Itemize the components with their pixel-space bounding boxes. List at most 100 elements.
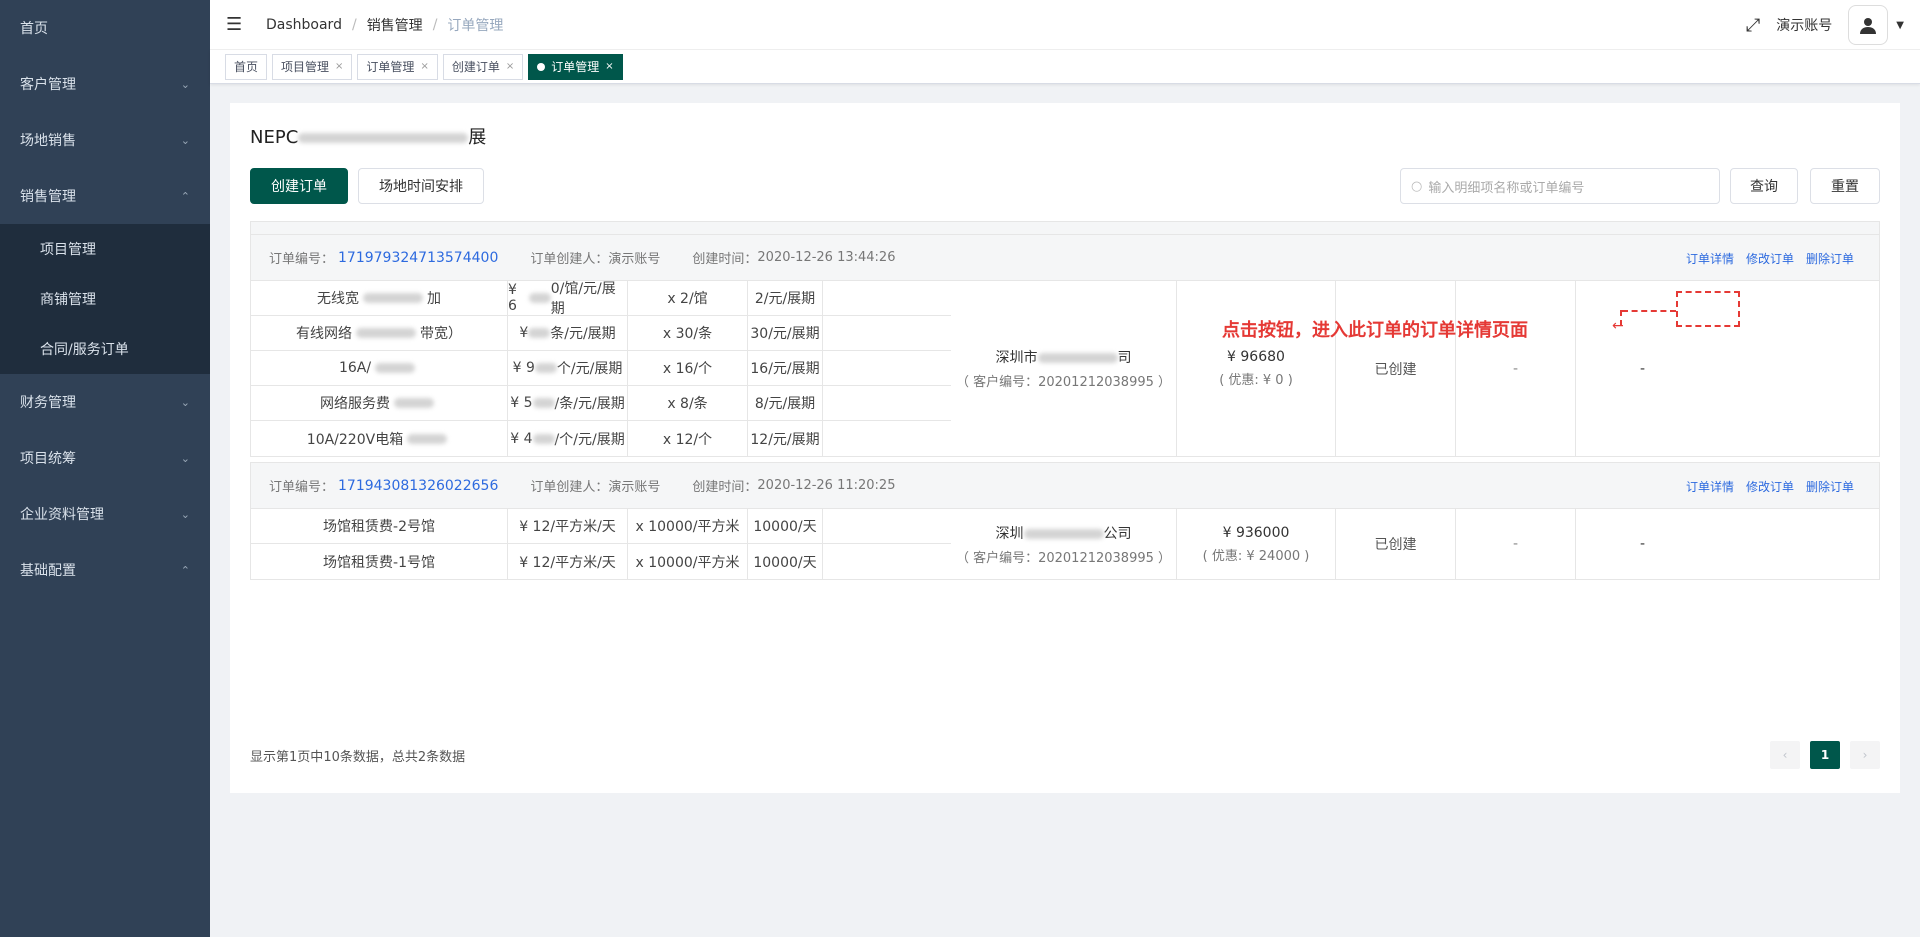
edit-order-link[interactable]: 修改订单 xyxy=(1746,250,1794,267)
search-placeholder: 输入明细项名称或订单编号 xyxy=(1428,180,1585,196)
item-price-text: ¥ 12/平方米/天 xyxy=(519,519,616,535)
item-unit: 10000/天 xyxy=(748,544,823,579)
tab-tag[interactable]: 首页 xyxy=(225,53,268,80)
order-detail-link[interactable]: 订单详情 xyxy=(1686,478,1734,495)
blurred-text xyxy=(1023,528,1104,539)
customer-name-text: 司 xyxy=(1117,350,1132,366)
schedule-button[interactable]: 场地时间安排 xyxy=(358,168,484,204)
create-order-button[interactable]: 创建订单 xyxy=(250,168,348,204)
sidebar-item-label: 财务管理 xyxy=(20,395,76,411)
time-label: 创建时间： xyxy=(692,480,758,495)
edit-order-link[interactable]: 修改订单 xyxy=(1746,478,1794,495)
sidebar-item-label: 基础配置 xyxy=(20,563,76,579)
sidebar-subitem[interactable]: 项目管理 xyxy=(0,224,210,274)
pagination: ‹ 1 › xyxy=(1760,741,1880,769)
order-sn[interactable]: 171943081326022656 xyxy=(338,478,498,494)
customer-name-text: 深圳市 xyxy=(995,350,1038,366)
customer-name-text: 深圳 xyxy=(995,525,1024,542)
sidebar: 首页 客户管理 ⌄ 场地销售 ⌄ 销售管理 ⌃ 项目管理 商铺管理 合同/服务订单 财务管理 ⌄ 项目统… xyxy=(0,0,210,937)
prev-page-button[interactable]: ‹ xyxy=(1770,741,1800,769)
order-body: 无线宽 加 ¥ 6 0/馆/元/展期 x 2/馆 2/元/展期 有线网络 带宽） ¥ 条/元/展… xyxy=(251,281,1879,456)
table-row: 场馆租赁费-2号馆 ¥ 12/平方米/天 x 10000/平方米 10000/天 xyxy=(251,509,951,544)
item-name: 场馆租赁费-2号馆 xyxy=(251,509,508,543)
item-unit: 10000/天 xyxy=(748,509,823,543)
blurred-text xyxy=(298,133,469,143)
sidebar-item-label: 企业资料管理 xyxy=(20,507,104,523)
order-detail-link[interactable]: 订单详情 xyxy=(1686,250,1734,267)
blurred-text xyxy=(534,363,557,373)
table-row: 有线网络 带宽） ¥ 条/元/展期 x 30/条 30/元/展期 xyxy=(251,316,951,351)
page-button[interactable]: 1 xyxy=(1810,741,1840,769)
tab-tag[interactable]: 项目管理 × xyxy=(272,53,353,80)
chevron-icon: ⌃ xyxy=(180,189,190,203)
search-input[interactable]: ○ 输入明细项名称或订单编号 xyxy=(1400,168,1720,204)
sidebar-item[interactable]: 财务管理 ⌄ xyxy=(0,374,210,430)
breadcrumb-separator: / xyxy=(432,16,438,33)
item-price-text: ¥ 4 xyxy=(510,430,533,447)
order-header: 订单编号： 171979324713574400 订单创建人： 演示账号 创建时间： 20… xyxy=(251,235,1879,281)
pagination-summary: 显示第1页中10条数据，总共2条数据 xyxy=(250,750,466,765)
order-sn[interactable]: 171979324713574400 xyxy=(338,250,498,266)
tab-tag[interactable]: 创建订单 × xyxy=(442,53,524,80)
main-area: ☰ Dashboard / 销售管理 / 订单管理 ⤢ 演示账号 ▼ 首页 项目管… xyxy=(210,0,1920,937)
delete-order-link[interactable]: 删除订单 xyxy=(1806,250,1854,267)
chevron-icon: ⌄ xyxy=(180,133,190,147)
next-page-button[interactable]: › xyxy=(1850,741,1880,769)
order-sn-label: 订单编号： xyxy=(269,480,335,495)
breadcrumb-sales[interactable]: 销售管理 xyxy=(367,15,423,35)
item-name: 10A/220V电箱 xyxy=(251,421,508,456)
blurred-text xyxy=(375,363,416,373)
tab-tag[interactable]: 订单管理 × xyxy=(357,53,438,80)
creator-value: 演示账号 xyxy=(608,252,661,267)
query-button[interactable]: 查询 xyxy=(1730,168,1798,204)
close-icon[interactable]: × xyxy=(506,61,514,72)
caret-down-icon[interactable]: ▼ xyxy=(1896,20,1904,31)
blurred-text xyxy=(532,433,555,444)
item-unit: 2/元/展期 xyxy=(748,281,823,315)
annotation-line xyxy=(1622,310,1676,312)
active-dot-icon xyxy=(537,62,546,71)
discount-value: ( 优惠: ¥ 24000 ) xyxy=(1202,548,1310,564)
close-icon[interactable]: × xyxy=(605,61,613,72)
close-icon[interactable]: × xyxy=(335,61,343,72)
chevron-icon: ⌄ xyxy=(180,507,190,521)
reset-button[interactable]: 重置 xyxy=(1810,168,1880,204)
order-actions: 订单详情 修改订单 删除订单 xyxy=(1674,463,1854,509)
sidebar-item[interactable]: 企业资料管理 ⌄ xyxy=(0,486,210,542)
item-price-text: ¥ 6 xyxy=(508,282,517,314)
user-name[interactable]: 演示账号 xyxy=(1776,15,1832,35)
sidebar-subitem[interactable]: 商铺管理 xyxy=(0,274,210,324)
close-icon[interactable]: × xyxy=(420,61,428,72)
item-unit: 8/元/展期 xyxy=(748,386,823,420)
order-header: 订单编号： 171943081326022656 订单创建人： 演示账号 创建时间： 20… xyxy=(251,463,1879,509)
hamburger-icon[interactable]: ☰ xyxy=(226,14,246,35)
sidebar-item[interactable]: 场地销售 ⌄ xyxy=(0,112,210,168)
item-price-text: ¥ 5 xyxy=(510,395,533,411)
item-price: ¥ 条/元/展期 xyxy=(508,316,628,350)
tab-tag[interactable]: 订单管理 × xyxy=(528,53,623,80)
tab-label: 项目管理 xyxy=(281,60,330,74)
item-name: 网络服务费 xyxy=(251,386,508,420)
contract-cell: - xyxy=(1456,281,1576,456)
item-price: ¥ 4/个/元/展期 xyxy=(508,421,628,456)
item-unit: 30/元/展期 xyxy=(748,316,823,350)
blurred-text xyxy=(394,398,434,408)
fullscreen-icon[interactable]: ⤢ xyxy=(1746,15,1760,36)
table-row: 16A/ ¥ 9 个/元/展期 x 16/个 16/元/展期 xyxy=(251,351,951,386)
delete-order-link[interactable]: 删除订单 xyxy=(1806,478,1854,495)
item-price-text: /个/元/展期 xyxy=(554,431,625,448)
sidebar-item[interactable]: 首页 xyxy=(0,0,210,56)
item-name-text: 10A/220V电箱 xyxy=(306,431,404,448)
sidebar-item[interactable]: 客户管理 ⌄ xyxy=(0,56,210,112)
item-name-text: 加 xyxy=(427,291,441,307)
breadcrumb-orders: 订单管理 xyxy=(447,17,504,34)
breadcrumb-dashboard[interactable]: Dashboard xyxy=(266,17,342,33)
tab-label: 首页 xyxy=(234,60,259,74)
avatar[interactable] xyxy=(1848,5,1889,45)
sidebar-item[interactable]: 项目统筹 ⌄ xyxy=(0,430,210,486)
sidebar-item[interactable]: 基础配置 ⌃ xyxy=(0,542,210,598)
item-qty: x 10000/平方米 xyxy=(628,509,748,543)
table-row: 10A/220V电箱 ¥ 4/个/元/展期 x 12/个 12/元/展期 xyxy=(251,421,951,456)
sidebar-item[interactable]: 销售管理 ⌃ xyxy=(0,168,210,224)
sidebar-subitem[interactable]: 合同/服务订单 xyxy=(0,324,210,374)
